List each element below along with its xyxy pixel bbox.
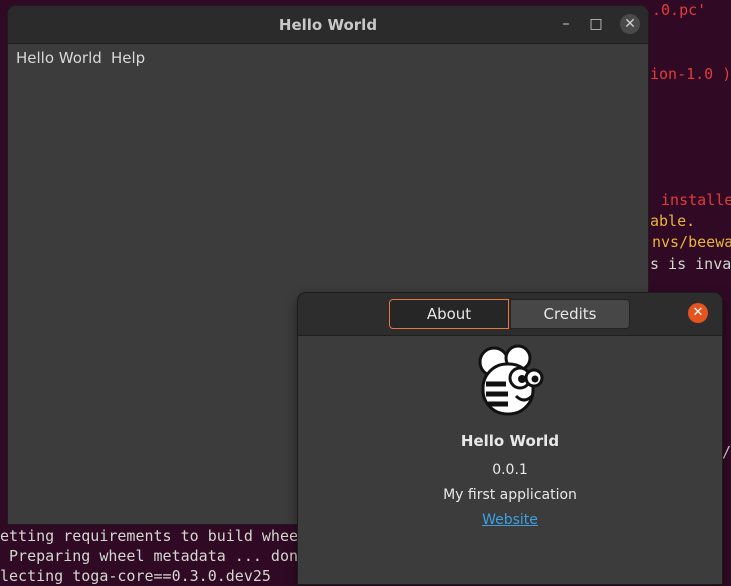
main-window-title: Hello World	[278, 16, 378, 34]
menu-help[interactable]: Help	[111, 49, 145, 67]
terminal-line: lecting toga-core==0.3.0.dev25	[0, 567, 271, 585]
beeware-bee-icon	[478, 344, 544, 416]
terminal-line: /2	[722, 443, 731, 461]
main-window-titlebar[interactable]: Hello World – □ ✕	[8, 6, 648, 44]
terminal-line: .0.pc'	[652, 1, 707, 19]
tab-about[interactable]: About	[389, 299, 509, 329]
terminal-line: installe	[652, 191, 731, 209]
website-link[interactable]: Website	[298, 512, 722, 528]
terminal-line: Preparing wheel metadata ... done	[0, 547, 308, 565]
tab-credits[interactable]: Credits	[510, 299, 630, 329]
app-version: 0.0.1	[492, 462, 528, 478]
terminal-line: nvs/beewar	[652, 233, 731, 251]
minimize-icon[interactable]: –	[556, 14, 576, 34]
maximize-icon[interactable]: □	[586, 14, 606, 34]
close-icon[interactable]: ✕	[620, 14, 640, 34]
app-description: My first application	[443, 487, 577, 503]
terminal-line: s is inval	[650, 255, 731, 273]
menu-hello-world[interactable]: Hello World	[16, 49, 102, 67]
terminal-line: etting requirements to build whee	[0, 527, 299, 545]
menu-bar: Hello World Help	[8, 44, 648, 72]
about-dialog-header[interactable]: About Credits ✕	[298, 293, 722, 336]
dialog-close-icon[interactable]: ✕	[688, 303, 708, 323]
terminal-line: ion-1.0 )	[650, 65, 731, 83]
terminal-line: able.	[650, 212, 696, 230]
about-dialog: About Credits ✕ Hello World 0.0.1 My fir…	[298, 293, 722, 584]
app-name: Hello World	[460, 432, 560, 450]
